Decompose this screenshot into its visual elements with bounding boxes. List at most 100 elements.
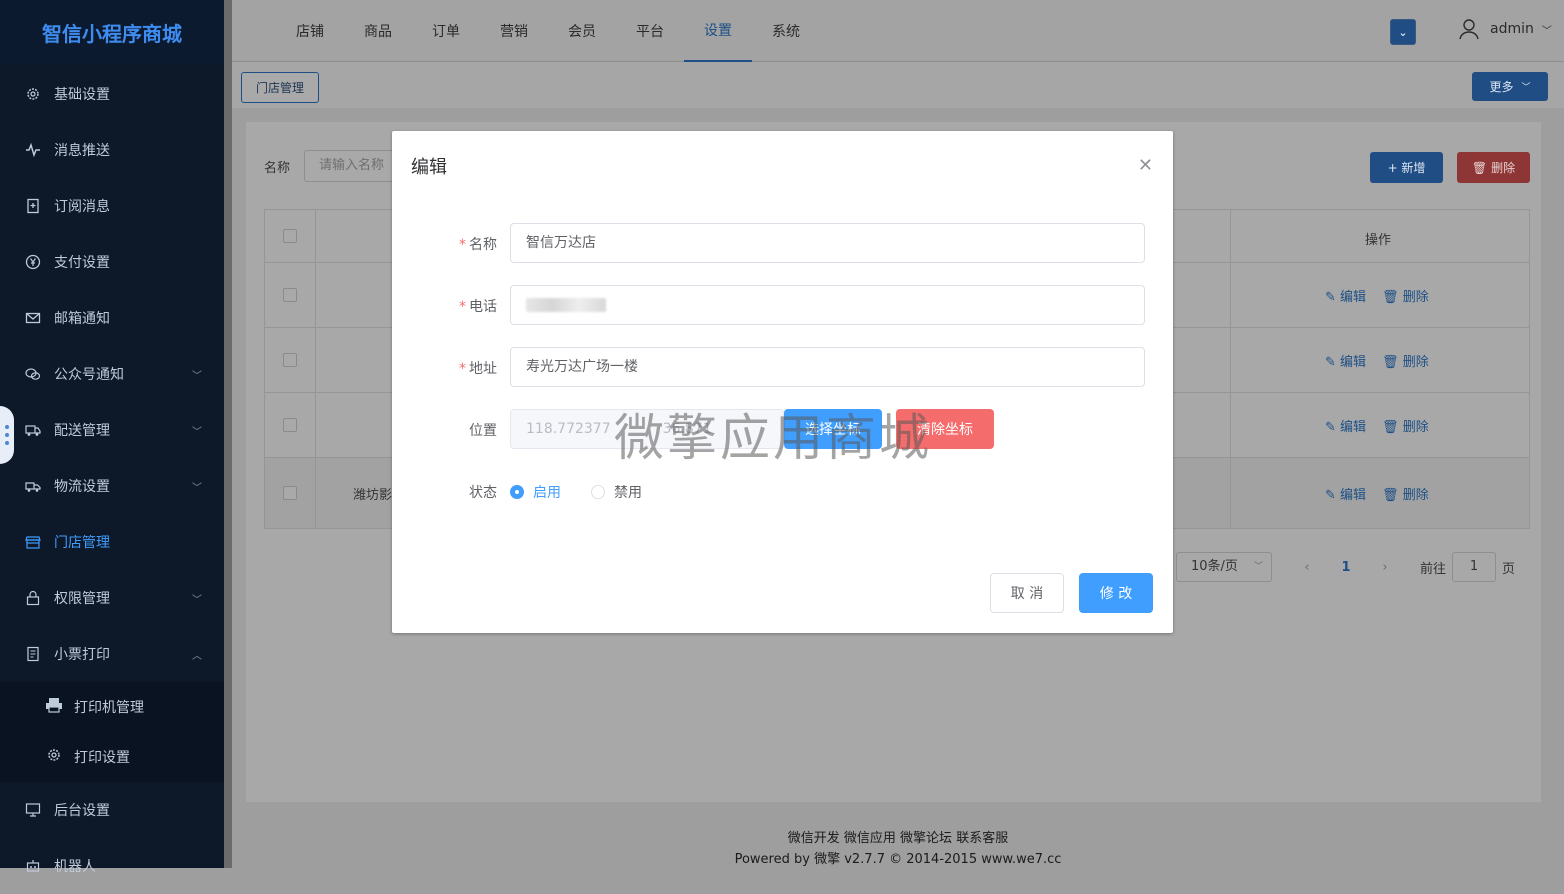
prev-page-icon[interactable]: ‹ [1292, 560, 1322, 575]
close-icon[interactable]: ✕ [1138, 155, 1153, 176]
store-name-cell: 潍坊影 [353, 488, 393, 503]
pick-coordinates-button[interactable]: 选择坐标 [784, 409, 882, 449]
tab-store-management[interactable]: 门店管理 [241, 72, 319, 103]
form-row-name: * 名称 智信万达店 [392, 223, 1173, 263]
label-text: 电话 [469, 299, 497, 315]
tab-orders[interactable]: 订单 [412, 0, 480, 62]
row-actions: ✎ 编辑 🗑 删除 [1325, 286, 1429, 305]
sidebar-item-label: 后台设置 [54, 803, 110, 819]
chevron-down-icon: ﹀ [1541, 25, 1552, 37]
clear-coordinates-button[interactable]: 清除坐标 [896, 409, 994, 449]
chevron-down-icon: ﹀ [192, 482, 202, 494]
latitude-value: 36.871 [662, 421, 712, 437]
tab-store[interactable]: 店铺 [276, 0, 344, 62]
current-page[interactable]: 1 [1322, 560, 1370, 575]
tab-products[interactable]: 商品 [344, 0, 412, 62]
column-divider [1230, 210, 1231, 262]
row-checkbox[interactable] [283, 353, 297, 367]
lock-icon [24, 589, 42, 607]
cancel-button[interactable]: 取 消 [990, 573, 1064, 613]
store-icon [24, 533, 42, 551]
submit-button[interactable]: 修 改 [1079, 573, 1153, 613]
phone-input[interactable] [510, 285, 1145, 325]
status-enabled-radio[interactable]: 启用 [510, 482, 561, 502]
edit-link[interactable]: ✎ 编辑 [1325, 484, 1366, 503]
column-divider [1230, 458, 1231, 528]
dropdown-toggle-button[interactable]: ⌄ [1390, 19, 1416, 45]
goto-label: 前往 [1420, 561, 1447, 577]
tab-marketing[interactable]: 营销 [480, 0, 548, 62]
sidebar-subitem-label: 打印设置 [74, 750, 130, 766]
sidebar-item-email[interactable]: 邮箱通知 [0, 290, 224, 346]
monitor-icon [24, 801, 42, 819]
sidebar-item-basic-settings[interactable]: 基础设置 [0, 66, 224, 122]
label-text: 地址 [469, 361, 497, 377]
tab-system[interactable]: 系统 [752, 0, 820, 62]
add-button[interactable]: + 新增 [1370, 152, 1443, 183]
edit-link[interactable]: ✎ 编辑 [1325, 351, 1366, 370]
sidebar-subitem-print-settings[interactable]: 打印设置 [0, 732, 224, 782]
sidebar-item-backend-settings[interactable]: 后台设置 [0, 782, 224, 838]
name-input[interactable]: 智信万达店 [510, 223, 1145, 263]
filter-name-input[interactable]: 请输入名称 [304, 150, 394, 182]
row-checkbox[interactable] [283, 418, 297, 432]
sidebar-item-message-push[interactable]: 消息推送 [0, 122, 224, 178]
footer-links[interactable]: 微信开发 微信应用 微擎论坛 联系客服 [232, 827, 1564, 846]
tab-members[interactable]: 会员 [548, 0, 616, 62]
goto-page-input[interactable]: 1 [1452, 552, 1497, 582]
delete-label: 删除 [1402, 355, 1429, 370]
chevron-down-icon: ⌄ [1398, 25, 1408, 39]
tab-settings[interactable]: 设置 [684, 0, 752, 62]
delete-label: 删除 [1491, 161, 1516, 175]
sidebar-item-receipt-printing[interactable]: 小票打印 ︿ [0, 626, 224, 682]
sidebar-item-subscribe-message[interactable]: 订阅消息 [0, 178, 224, 234]
side-drawer-handle[interactable] [0, 406, 14, 464]
user-menu[interactable]: admin ﹀ [1458, 18, 1552, 40]
chevron-down-icon: ﹀ [1253, 562, 1263, 572]
delete-link[interactable]: 🗑 删除 [1382, 416, 1429, 435]
row-actions: ✎ 编辑 🗑 删除 [1325, 351, 1429, 370]
printer-icon [44, 697, 64, 717]
filter-name-label: 名称 [264, 161, 291, 176]
footer-powered: Powered by 微擎 v2.7.7 © 2014-2015 www.we7… [734, 852, 1062, 867]
sidebar-item-store-management[interactable]: 门店管理 [0, 514, 224, 570]
sidebar-item-payment[interactable]: 支付设置 [0, 234, 224, 290]
chevron-down-icon: ﹀ [192, 370, 202, 382]
top-nav-tabs: 店铺 商品 订单 营销 会员 平台 设置 系统 [276, 0, 820, 62]
more-button[interactable]: 更多 ﹀ [1472, 72, 1548, 101]
edit-link[interactable]: ✎ 编辑 [1325, 416, 1366, 435]
edit-link[interactable]: ✎ 编辑 [1325, 286, 1366, 305]
gear-icon [44, 747, 64, 767]
sidebar-item-official-account[interactable]: 公众号通知 ﹀ [0, 346, 224, 402]
radio-dot [591, 485, 605, 499]
delete-link[interactable]: 🗑 删除 [1382, 484, 1429, 503]
phone-label: * 电话 [459, 299, 497, 315]
delete-button[interactable]: 🗑 删除 [1457, 152, 1530, 183]
sidebar-item-label: 小票打印 [54, 647, 110, 663]
tab-platform[interactable]: 平台 [616, 0, 684, 62]
select-all-checkbox[interactable] [283, 229, 297, 243]
delivery-icon [24, 477, 42, 495]
username: admin [1490, 21, 1534, 37]
next-page-icon[interactable]: › [1370, 560, 1400, 575]
location-label: 位置 [469, 423, 497, 439]
sidebar-item-robot[interactable]: 机器人 [0, 838, 224, 894]
sidebar-item-permissions[interactable]: 权限管理 ﹀ [0, 570, 224, 626]
brand-logo[interactable]: 智信小程序商城 [0, 0, 224, 64]
sidebar-item-label: 邮箱通知 [54, 311, 110, 327]
sidebar-item-logistics[interactable]: 物流设置 ﹀ [0, 458, 224, 514]
chevron-down-icon: ﹀ [192, 426, 202, 438]
status-disabled-radio[interactable]: 禁用 [591, 482, 642, 502]
truck-icon [24, 421, 42, 439]
row-checkbox[interactable] [283, 486, 297, 500]
delete-link[interactable]: 🗑 删除 [1382, 351, 1429, 370]
page-size-select[interactable]: 10条/页 ﹀ [1176, 552, 1272, 582]
sidebar-item-delivery[interactable]: 配送管理 ﹀ [0, 402, 224, 458]
sidebar-subitem-printer-management[interactable]: 打印机管理 [0, 682, 224, 732]
row-checkbox[interactable] [283, 288, 297, 302]
address-input[interactable]: 寿光万达广场一楼 [510, 347, 1145, 387]
wechat-icon [24, 365, 42, 383]
yen-icon [24, 253, 42, 271]
delete-link[interactable]: 🗑 删除 [1382, 286, 1429, 305]
sub-toolbar: 门店管理 更多 ﹀ [232, 62, 1564, 108]
